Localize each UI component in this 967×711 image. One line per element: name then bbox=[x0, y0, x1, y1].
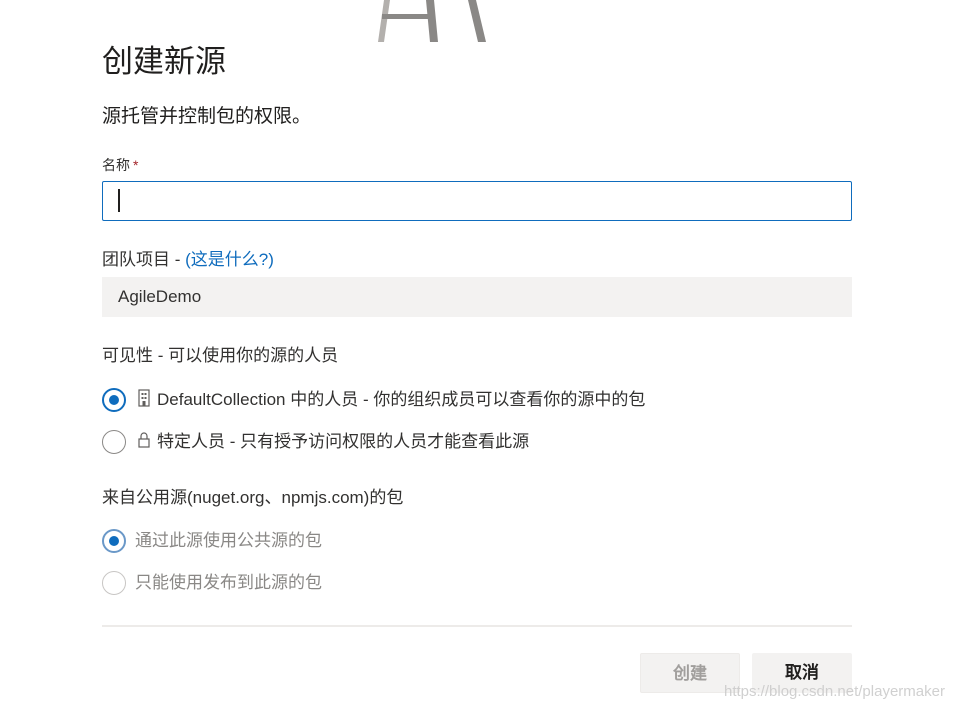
visibility-option-title: DefaultCollection 中的人员 bbox=[157, 390, 359, 409]
dialog-title: 创建新源 bbox=[102, 44, 226, 79]
name-label-text: 名称 bbox=[102, 157, 130, 173]
footer-divider bbox=[102, 625, 852, 627]
team-project-label: 团队项目 - (这是什么?) bbox=[102, 248, 274, 272]
visibility-option-organization[interactable]: DefaultCollection 中的人员 - 你的组织成员可以查看你的源中的… bbox=[157, 388, 645, 412]
visibility-option-description: - 你的组织成员可以查看你的源中的包 bbox=[358, 390, 646, 409]
upstream-radio-only-published[interactable] bbox=[102, 571, 126, 595]
upstream-option-only-published[interactable]: 只能使用发布到此源的包 bbox=[135, 571, 322, 595]
upstream-radio-use-public[interactable] bbox=[102, 529, 126, 553]
building-icon bbox=[138, 389, 150, 407]
name-field-label: 名称 * bbox=[102, 155, 138, 175]
what-is-this-link[interactable]: (这是什么?) bbox=[185, 250, 274, 269]
visibility-radio-organization[interactable] bbox=[102, 388, 126, 412]
upstream-option-use-public[interactable]: 通过此源使用公共源的包 bbox=[135, 529, 322, 553]
name-input[interactable] bbox=[102, 181, 852, 221]
team-project-field: AgileDemo bbox=[102, 277, 852, 317]
team-project-label-text: 团队项目 - bbox=[102, 250, 186, 269]
required-marker: * bbox=[133, 157, 139, 173]
watermark: https://blog.csdn.net/playermaker bbox=[724, 683, 945, 700]
text-caret bbox=[118, 189, 120, 212]
visibility-label: 可见性 - 可以使用你的源的人员 bbox=[102, 346, 339, 365]
upstream-sources-label: 来自公用源(nuget.org、npmjs.com)的包 bbox=[102, 488, 404, 507]
dialog-subtitle: 源托管并控制包的权限。 bbox=[102, 106, 312, 127]
visibility-radio-specific-people[interactable] bbox=[102, 430, 126, 454]
visibility-option-description: - 只有授予访问权限的人员才能查看此源 bbox=[225, 432, 530, 451]
illustration-graphic bbox=[378, 0, 486, 42]
visibility-option-title: 特定人员 bbox=[157, 432, 225, 451]
visibility-option-specific-people[interactable]: 特定人员 - 只有授予访问权限的人员才能查看此源 bbox=[157, 430, 529, 454]
lock-icon bbox=[138, 432, 150, 448]
